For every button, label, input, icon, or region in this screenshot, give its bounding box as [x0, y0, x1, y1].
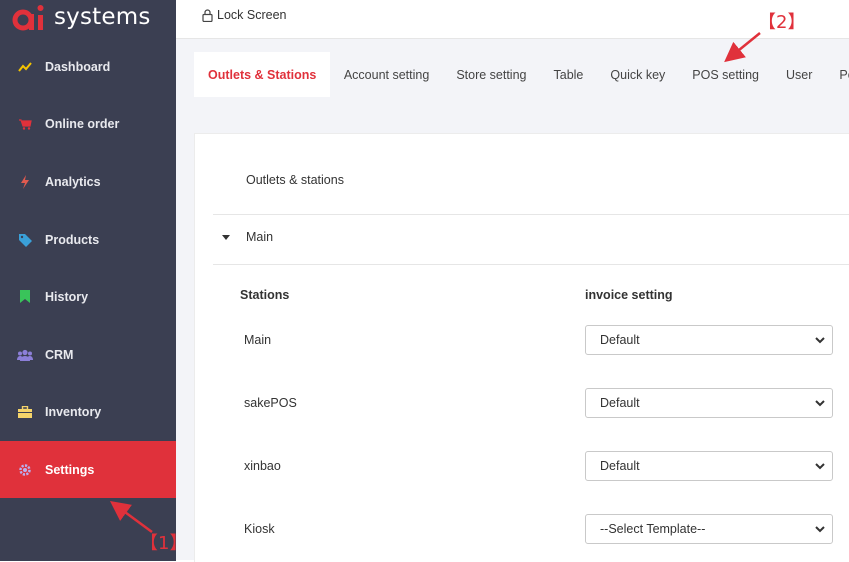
annotation-arrow-1 [109, 501, 153, 534]
annotation-arrow-2 [724, 32, 761, 63]
annotation-label-1: 【1】 [140, 533, 188, 554]
annotation-arrows [109, 32, 761, 534]
annotation-label-2: 【2】 [758, 12, 806, 33]
